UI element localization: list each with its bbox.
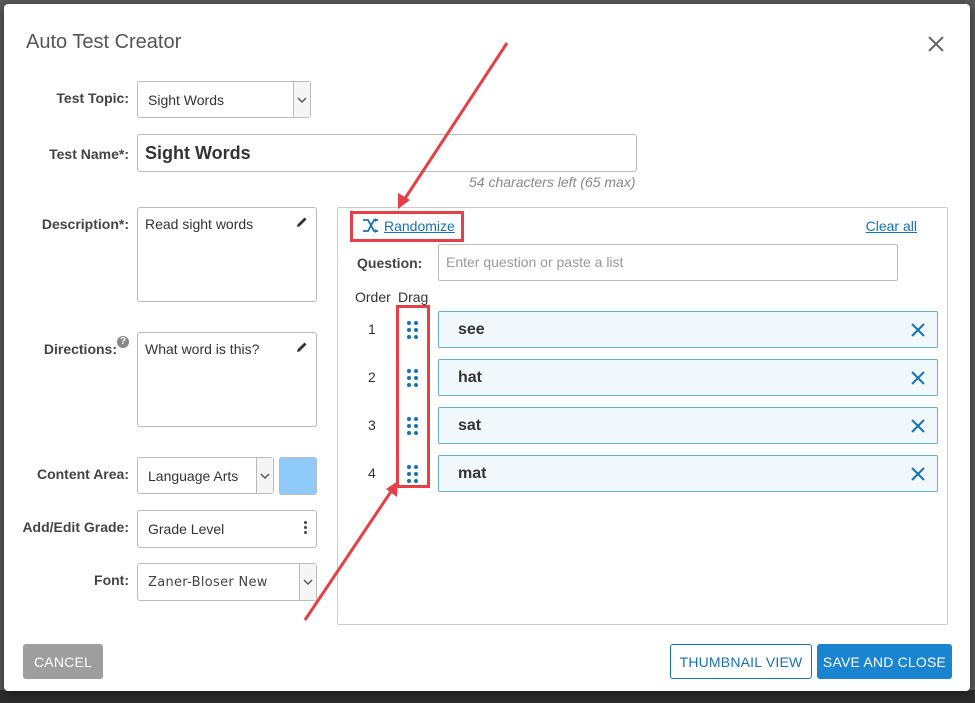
directions-label: Directions: [43, 341, 117, 357]
remove-icon[interactable] [909, 321, 927, 339]
content-area-label: Content Area: [36, 466, 129, 482]
grade-value: Grade Level [148, 521, 225, 537]
auto-test-creator-dialog: Auto Test Creator Test Topic: Sight Word… [4, 4, 970, 691]
font-value: Zaner-Bloser New [148, 574, 268, 590]
content-area-value: Language Arts [148, 467, 239, 484]
list-item-word: hat [458, 369, 482, 386]
test-topic-label: Test Topic: [56, 90, 129, 106]
remove-icon[interactable] [909, 465, 927, 483]
chevron-down-icon [299, 564, 316, 600]
list-item[interactable]: mat [438, 455, 938, 492]
test-topic-value: Sight Words [148, 91, 224, 108]
save-and-close-button[interactable]: SAVE AND CLOSE [817, 644, 952, 679]
thumbnail-view-button[interactable]: THUMBNAIL VIEW [670, 644, 812, 679]
question-input[interactable]: Enter question or paste a list [438, 244, 898, 281]
chevron-down-icon [256, 458, 273, 493]
row-order-number: 4 [368, 465, 376, 481]
list-item-word: mat [458, 465, 487, 482]
row-order-number: 1 [368, 321, 376, 337]
drag-column-highlight-box [396, 305, 430, 488]
description-label: Description*: [41, 216, 129, 232]
question-list-panel: Randomize Clear all Question: Enter ques… [337, 207, 948, 625]
description-textarea[interactable]: Read sight words [137, 207, 317, 302]
test-topic-select[interactable]: Sight Words [137, 81, 311, 118]
font-select[interactable]: Zaner-Bloser New [137, 563, 317, 601]
grade-label: Add/Edit Grade: [22, 519, 129, 535]
randomize-highlight-box [350, 211, 464, 242]
grade-select[interactable]: Grade Level [137, 510, 317, 548]
kebab-menu-icon[interactable] [304, 521, 307, 536]
content-area-color-swatch[interactable] [279, 457, 317, 495]
remove-icon[interactable] [909, 417, 927, 435]
directions-value: What word is this? [145, 341, 260, 357]
help-icon[interactable]: ? [117, 336, 129, 348]
close-button[interactable] [922, 30, 950, 58]
description-value: Read sight words [145, 216, 254, 232]
page-backdrop [0, 690, 975, 703]
directions-textarea[interactable]: What word is this? [137, 332, 317, 427]
font-label: Font: [94, 572, 129, 588]
row-order-number: 2 [368, 369, 376, 385]
test-name-label: Test Name*: [49, 146, 129, 162]
row-order-number: 3 [368, 417, 376, 433]
cancel-button[interactable]: CANCEL [23, 644, 103, 679]
pencil-icon[interactable] [296, 216, 308, 228]
dialog-title: Auto Test Creator [26, 31, 182, 53]
test-name-input[interactable]: Sight Words [137, 134, 637, 172]
close-icon [928, 36, 944, 52]
list-item[interactable]: sat [438, 407, 938, 444]
character-count-hint: 54 characters left (65 max) [469, 174, 636, 190]
remove-icon[interactable] [909, 369, 927, 387]
list-item-word: sat [458, 417, 482, 434]
list-item-word: see [458, 321, 485, 338]
chevron-down-icon [293, 82, 310, 117]
question-label: Question: [357, 255, 423, 271]
drag-column-header: Drag [398, 289, 429, 305]
pencil-icon[interactable] [296, 341, 308, 353]
list-item[interactable]: hat [438, 359, 938, 396]
order-column-header: Order [355, 289, 391, 305]
clear-all-link[interactable]: Clear all [866, 218, 917, 234]
content-area-select[interactable]: Language Arts [137, 457, 274, 494]
list-item[interactable]: see [438, 311, 938, 348]
